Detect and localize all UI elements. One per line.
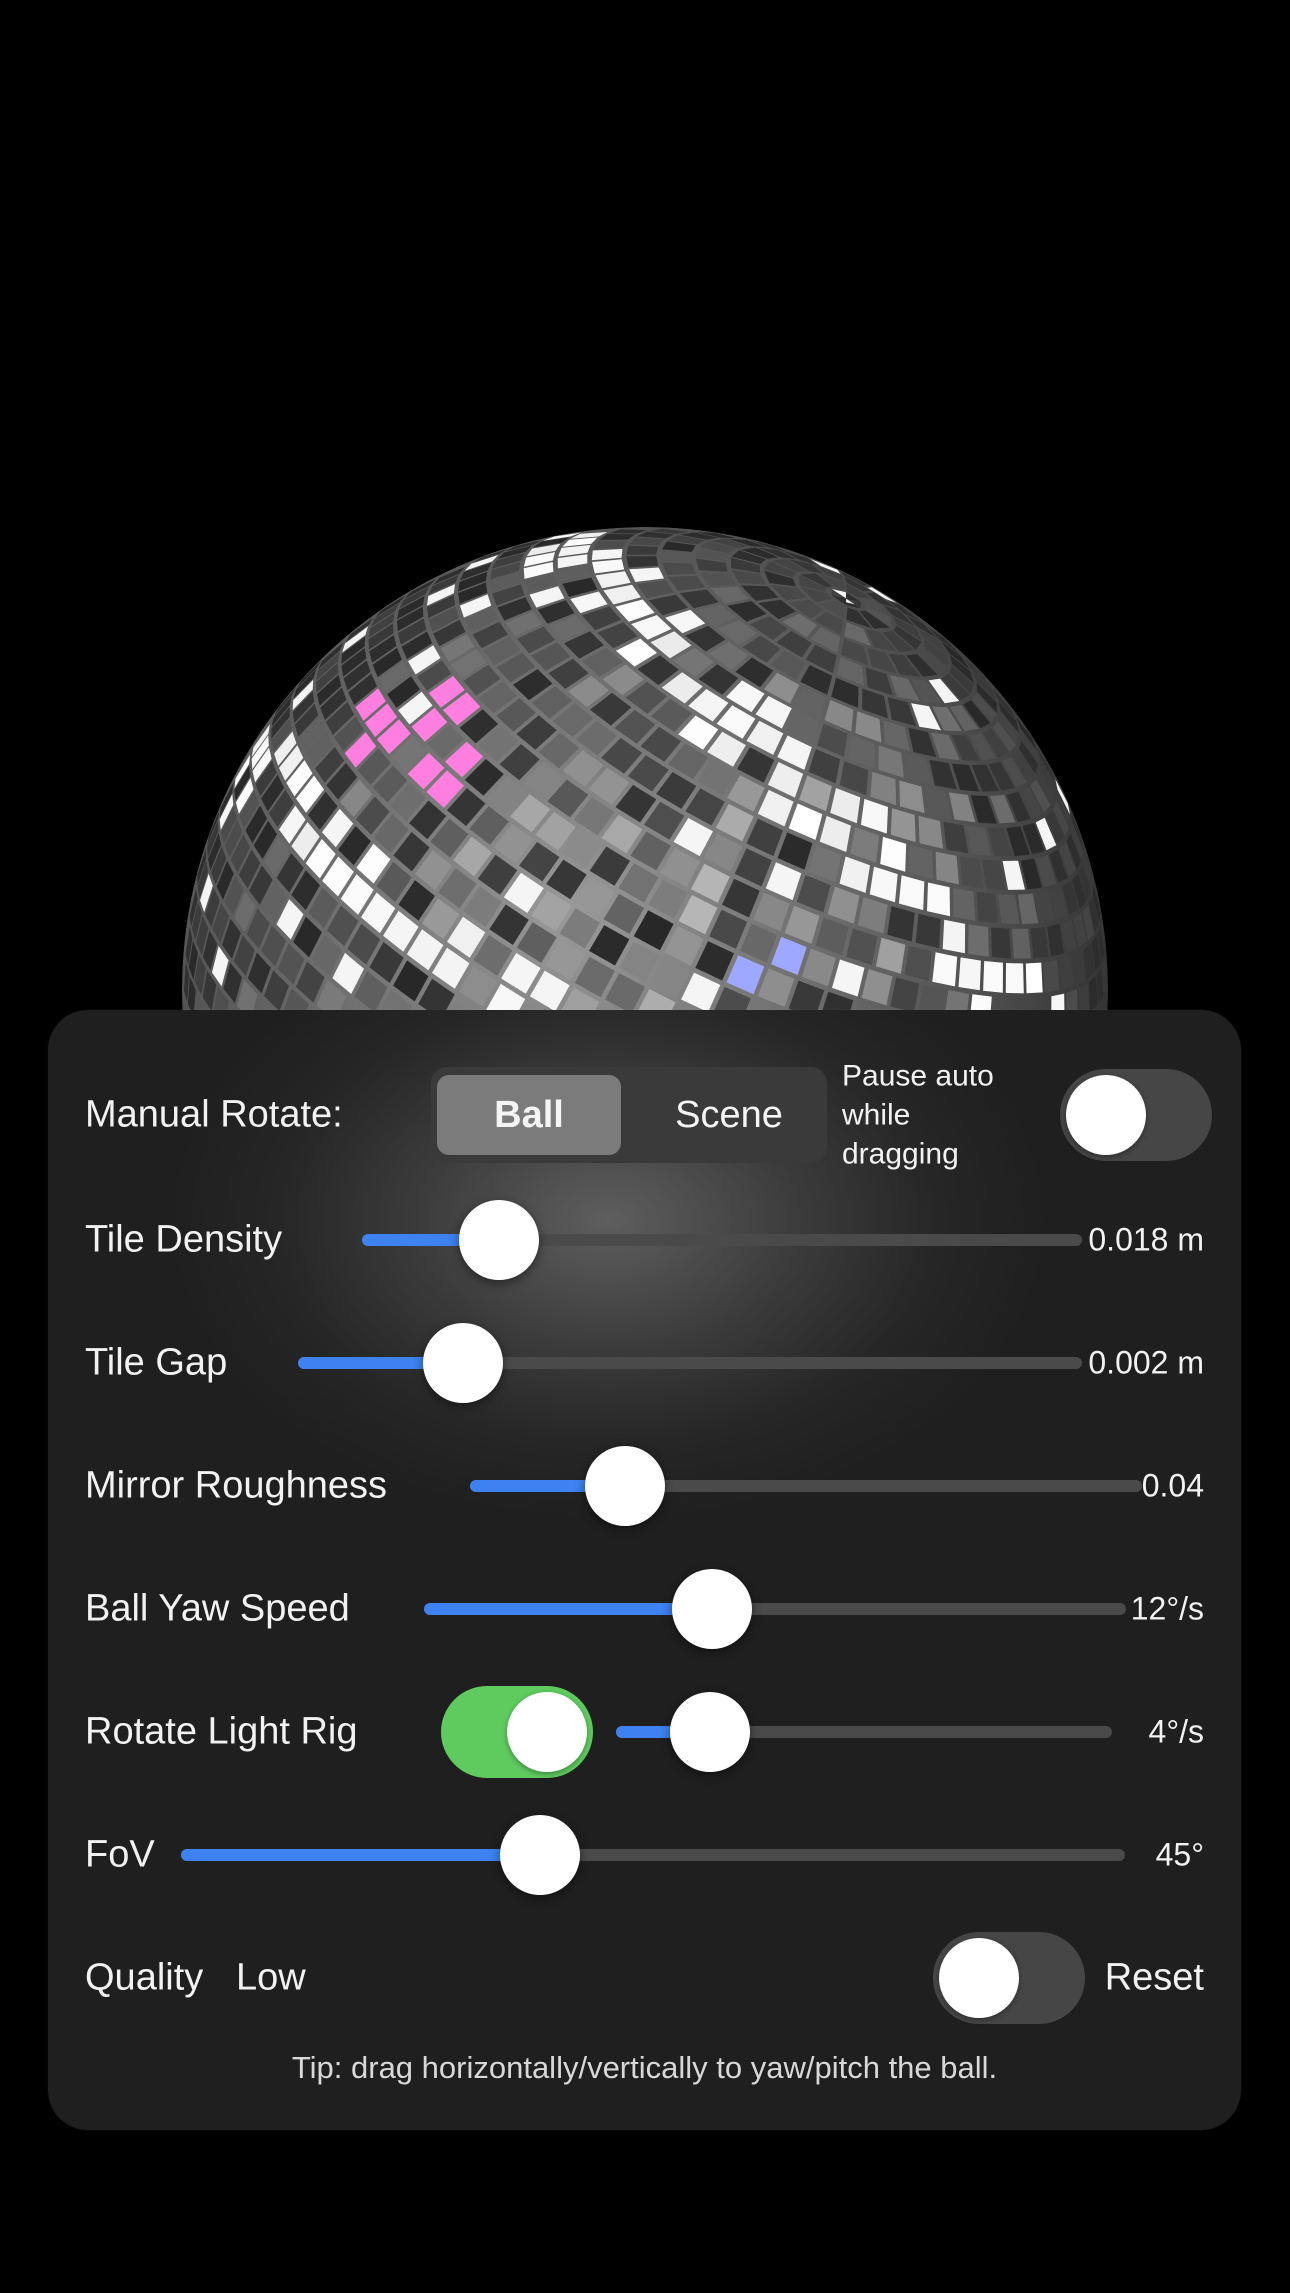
tile-gap-label: Tile Gap bbox=[85, 1341, 228, 1384]
mirror-tile bbox=[1005, 963, 1024, 994]
tile-density-row: Tile Density 0.018 m bbox=[85, 1190, 1204, 1290]
mirror-roughness-slider[interactable] bbox=[470, 1446, 1142, 1526]
mirror-tile bbox=[969, 994, 992, 1010]
tile-density-value: 0.018 m bbox=[1088, 1221, 1204, 1258]
mirror-tile bbox=[927, 882, 950, 917]
ball-yaw-speed-value: 12°/s bbox=[1130, 1590, 1204, 1627]
mirror-roughness-label: Mirror Roughness bbox=[85, 1464, 387, 1507]
pause-auto-toggle[interactable] bbox=[1060, 1069, 1212, 1161]
segment-ball[interactable]: Ball bbox=[437, 1075, 621, 1155]
quality-toggle[interactable] bbox=[933, 1932, 1085, 2024]
tile-gap-row: Tile Gap 0.002 m bbox=[85, 1313, 1204, 1413]
manual-rotate-row: Manual Rotate: Ball Scene Pause auto whi… bbox=[85, 1060, 1212, 1171]
tile-density-slider[interactable] bbox=[362, 1200, 1082, 1280]
disco-ball-viewport[interactable] bbox=[0, 0, 1290, 1010]
pause-auto-label-line-3: dragging bbox=[842, 1137, 959, 1171]
mirror-tile bbox=[976, 891, 999, 924]
mirror-tile bbox=[1051, 993, 1065, 1010]
mirror-tile bbox=[662, 562, 696, 575]
pause-auto-toggle-knob bbox=[1066, 1075, 1146, 1155]
quality-value: Low bbox=[236, 1956, 306, 1999]
pause-auto-label-line-1: Pause auto bbox=[842, 1059, 994, 1093]
segment-scene[interactable]: Scene bbox=[637, 1075, 821, 1155]
ball-yaw-speed-slider[interactable] bbox=[424, 1569, 1126, 1649]
mirror-tile bbox=[983, 961, 1003, 993]
manual-rotate-segmented-control: Ball Scene bbox=[431, 1067, 827, 1163]
quality-label: Quality bbox=[85, 1956, 204, 1999]
mirror-tile bbox=[1011, 928, 1031, 959]
mirror-tile bbox=[904, 945, 932, 981]
quality-toggle-knob bbox=[939, 1938, 1019, 2018]
tip-text: Tip: drag horizontally/vertically to yaw… bbox=[291, 2050, 998, 2085]
controls-panel: Manual Rotate: Ball Scene Pause auto whi… bbox=[48, 1010, 1241, 2130]
mirror-roughness-row: Mirror Roughness 0.04 bbox=[85, 1436, 1204, 1536]
light-rig-speed-slider[interactable] bbox=[616, 1692, 1112, 1772]
mirror-roughness-value: 0.04 bbox=[1141, 1467, 1204, 1504]
rotate-light-rig-toggle[interactable] bbox=[441, 1686, 593, 1778]
light-rig-speed-value: 4°/s bbox=[1148, 1713, 1204, 1750]
ball-yaw-speed-slider-thumb[interactable] bbox=[671, 1569, 752, 1649]
fov-row: FoV 45° bbox=[85, 1805, 1204, 1905]
mirror-tile bbox=[932, 952, 958, 987]
mirror-tile bbox=[626, 545, 659, 555]
pause-auto-label-line-2: while bbox=[842, 1098, 911, 1132]
quality-row: Quality Low Reset bbox=[85, 1928, 1204, 2028]
disco-ball[interactable] bbox=[182, 527, 1108, 1010]
ball-yaw-speed-label: Ball Yaw Speed bbox=[85, 1587, 350, 1630]
tile-gap-slider-thumb[interactable] bbox=[422, 1323, 503, 1403]
mirror-tile bbox=[1025, 962, 1043, 994]
mirror-tile bbox=[915, 913, 941, 949]
mirror-tile bbox=[1043, 960, 1060, 993]
rotate-light-rig-row: Rotate Light Rig 4°/s bbox=[85, 1682, 1204, 1782]
reset-button[interactable]: Reset bbox=[1105, 1957, 1204, 2000]
mirror-tile bbox=[626, 556, 659, 568]
mirror-tile bbox=[953, 888, 976, 921]
fov-label: FoV bbox=[85, 1833, 155, 1876]
tile-gap-value: 0.002 m bbox=[1088, 1344, 1204, 1381]
light-rig-speed-slider-thumb[interactable] bbox=[670, 1692, 751, 1772]
mirror-roughness-slider-thumb[interactable] bbox=[584, 1446, 665, 1526]
fov-value: 45° bbox=[1155, 1836, 1204, 1873]
mirror-tile bbox=[958, 957, 981, 991]
tile-gap-slider[interactable] bbox=[298, 1323, 1082, 1403]
pause-auto-label: Pause auto while dragging bbox=[842, 1057, 1052, 1174]
fov-slider[interactable] bbox=[181, 1815, 1125, 1895]
mirror-tile bbox=[942, 919, 966, 954]
mirror-tile bbox=[935, 851, 959, 885]
rotate-light-rig-toggle-knob bbox=[507, 1692, 587, 1772]
fov-slider-thumb[interactable] bbox=[499, 1815, 580, 1895]
mirror-tile bbox=[968, 924, 989, 957]
tile-density-slider-thumb[interactable] bbox=[458, 1200, 539, 1280]
manual-rotate-label: Manual Rotate: bbox=[85, 1093, 343, 1136]
mirror-tile bbox=[991, 927, 1011, 959]
rotate-light-rig-label: Rotate Light Rig bbox=[85, 1710, 358, 1753]
ball-yaw-speed-row: Ball Yaw Speed 12°/s bbox=[85, 1559, 1204, 1659]
ball-yaw-speed-slider-fill bbox=[424, 1603, 712, 1615]
tile-density-label: Tile Density bbox=[85, 1218, 283, 1261]
fov-slider-fill bbox=[181, 1849, 540, 1861]
